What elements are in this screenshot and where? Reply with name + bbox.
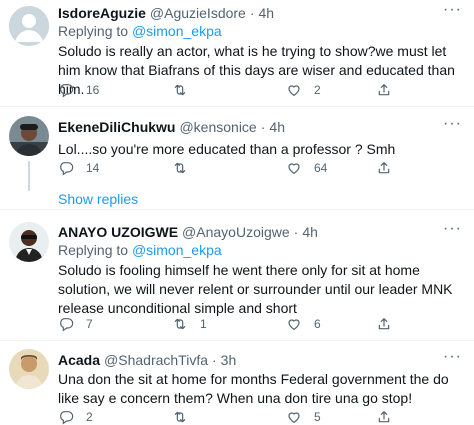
share-button[interactable] bbox=[376, 409, 392, 425]
tweet-body: EkeneDiliChukwu @kensonice · 4h ··· Lol.… bbox=[58, 116, 462, 159]
more-icon[interactable]: ··· bbox=[443, 2, 462, 18]
tweet-text: Lol....so you're more educated than a pr… bbox=[58, 141, 396, 157]
reply-icon bbox=[60, 411, 74, 425]
show-replies-link[interactable]: Show replies bbox=[58, 191, 138, 207]
mention-link[interactable]: @simon_ekpa bbox=[132, 242, 222, 258]
like-count: 2 bbox=[314, 83, 321, 97]
replying-to: Replying to @simon_ekpa bbox=[58, 241, 462, 259]
share-button[interactable] bbox=[376, 160, 392, 176]
display-name[interactable]: Acada bbox=[58, 352, 100, 368]
tweet-body: ANAYO UZOIGWE @AnayoUzoigwe · 4h ··· Rep… bbox=[58, 221, 462, 318]
timestamp[interactable]: 4h bbox=[259, 5, 275, 21]
like-button[interactable]: 2 bbox=[286, 82, 321, 98]
display-name[interactable]: ANAYO UZOIGWE bbox=[58, 224, 178, 240]
user-handle[interactable]: @ShadrachTivfa bbox=[104, 352, 208, 368]
tweet-2[interactable]: EkeneDiliChukwu @kensonice · 4h ··· Lol.… bbox=[0, 107, 474, 209]
reply-icon bbox=[60, 84, 74, 98]
retweet-button[interactable] bbox=[172, 160, 200, 176]
display-name[interactable]: EkeneDiliChukwu bbox=[58, 119, 175, 135]
avatar[interactable] bbox=[9, 222, 49, 262]
reply-button[interactable]: 2 bbox=[58, 409, 93, 425]
like-count: 64 bbox=[314, 161, 328, 175]
reply-count: 14 bbox=[86, 161, 100, 175]
default-avatar-icon bbox=[9, 6, 49, 46]
tweet-header: ANAYO UZOIGWE @AnayoUzoigwe · 4h bbox=[58, 223, 462, 241]
retweet-icon bbox=[174, 84, 186, 96]
share-icon bbox=[378, 84, 390, 96]
avatar[interactable] bbox=[9, 349, 49, 389]
like-button[interactable]: 5 bbox=[286, 409, 321, 425]
retweet-button[interactable] bbox=[172, 409, 200, 425]
like-count: 5 bbox=[314, 410, 321, 424]
like-icon bbox=[288, 85, 300, 96]
tweet-actions: 14 64 bbox=[58, 160, 418, 178]
share-icon bbox=[378, 318, 390, 330]
retweet-button[interactable] bbox=[172, 82, 200, 98]
timestamp[interactable]: 4h bbox=[269, 119, 285, 135]
tweet-3[interactable]: ANAYO UZOIGWE @AnayoUzoigwe · 4h ··· Rep… bbox=[0, 210, 474, 340]
tweet-text: Soludo is fooling himself he went there … bbox=[58, 262, 453, 316]
tweet-actions: 16 2 bbox=[58, 82, 418, 100]
tweet-1[interactable]: IsdoreAguzie @AguzieIsdore · 4h ··· Repl… bbox=[0, 0, 474, 108]
replying-to: Replying to @simon_ekpa bbox=[58, 22, 462, 40]
tweet-4[interactable]: Acada @ShadrachTivfa · 3h ··· Una don th… bbox=[0, 341, 474, 425]
reply-count: 16 bbox=[86, 83, 100, 97]
reply-count: 7 bbox=[86, 317, 93, 331]
share-button[interactable] bbox=[376, 316, 392, 332]
tweet-header: EkeneDiliChukwu @kensonice · 4h bbox=[58, 118, 462, 136]
tweet-text: Una don the sit at home for months Feder… bbox=[58, 371, 449, 406]
user-handle[interactable]: @AnayoUzoigwe bbox=[182, 224, 290, 240]
like-button[interactable]: 6 bbox=[286, 316, 321, 332]
more-icon[interactable]: ··· bbox=[443, 349, 462, 365]
like-count: 6 bbox=[314, 317, 321, 331]
reply-button[interactable]: 7 bbox=[58, 316, 93, 332]
retweet-icon bbox=[174, 318, 186, 330]
replying-to-label: Replying to bbox=[58, 23, 132, 39]
avatar[interactable] bbox=[9, 116, 49, 156]
profile-photo-icon bbox=[9, 222, 49, 262]
replying-to-label: Replying to bbox=[58, 242, 132, 258]
tweet-body: Acada @ShadrachTivfa · 3h ··· Una don th… bbox=[58, 349, 462, 408]
display-name[interactable]: IsdoreAguzie bbox=[58, 5, 146, 21]
retweet-button[interactable]: 1 bbox=[172, 316, 207, 332]
avatar[interactable] bbox=[9, 6, 49, 46]
like-button[interactable]: 64 bbox=[286, 160, 327, 176]
reply-button[interactable]: 16 bbox=[58, 82, 99, 98]
like-icon bbox=[288, 412, 300, 423]
like-icon bbox=[288, 163, 300, 174]
reply-feed: IsdoreAguzie @AguzieIsdore · 4h ··· Repl… bbox=[0, 0, 474, 425]
separator-dot: · bbox=[249, 5, 255, 21]
tweet-header: Acada @ShadrachTivfa · 3h bbox=[58, 351, 462, 369]
user-handle[interactable]: @AguzieIsdore bbox=[150, 5, 246, 21]
profile-photo-icon bbox=[9, 116, 49, 156]
separator-dot: · bbox=[212, 352, 217, 368]
mention-link[interactable]: @simon_ekpa bbox=[132, 23, 222, 39]
share-icon bbox=[378, 162, 390, 174]
thread-line bbox=[28, 161, 30, 191]
timestamp[interactable]: 3h bbox=[221, 352, 237, 368]
retweet-icon bbox=[174, 162, 186, 174]
user-handle[interactable]: @kensonice bbox=[179, 119, 256, 135]
reply-count: 2 bbox=[86, 410, 93, 424]
like-icon bbox=[288, 319, 300, 330]
retweet-icon bbox=[174, 411, 186, 423]
tweet-actions: 7 1 6 bbox=[58, 316, 418, 334]
share-icon bbox=[378, 411, 390, 423]
timestamp[interactable]: 4h bbox=[302, 224, 318, 240]
reply-button[interactable]: 14 bbox=[58, 160, 99, 176]
retweet-count: 1 bbox=[200, 317, 207, 331]
more-icon[interactable]: ··· bbox=[443, 116, 462, 132]
profile-photo-icon bbox=[9, 349, 49, 389]
more-icon[interactable]: ··· bbox=[443, 221, 462, 237]
tweet-actions: 2 5 bbox=[58, 409, 418, 425]
share-button[interactable] bbox=[376, 82, 392, 98]
reply-icon bbox=[60, 162, 74, 176]
separator-dot: · bbox=[260, 119, 266, 135]
reply-icon bbox=[60, 318, 74, 332]
separator-dot: · bbox=[293, 224, 299, 240]
tweet-header: IsdoreAguzie @AguzieIsdore · 4h bbox=[58, 4, 462, 22]
